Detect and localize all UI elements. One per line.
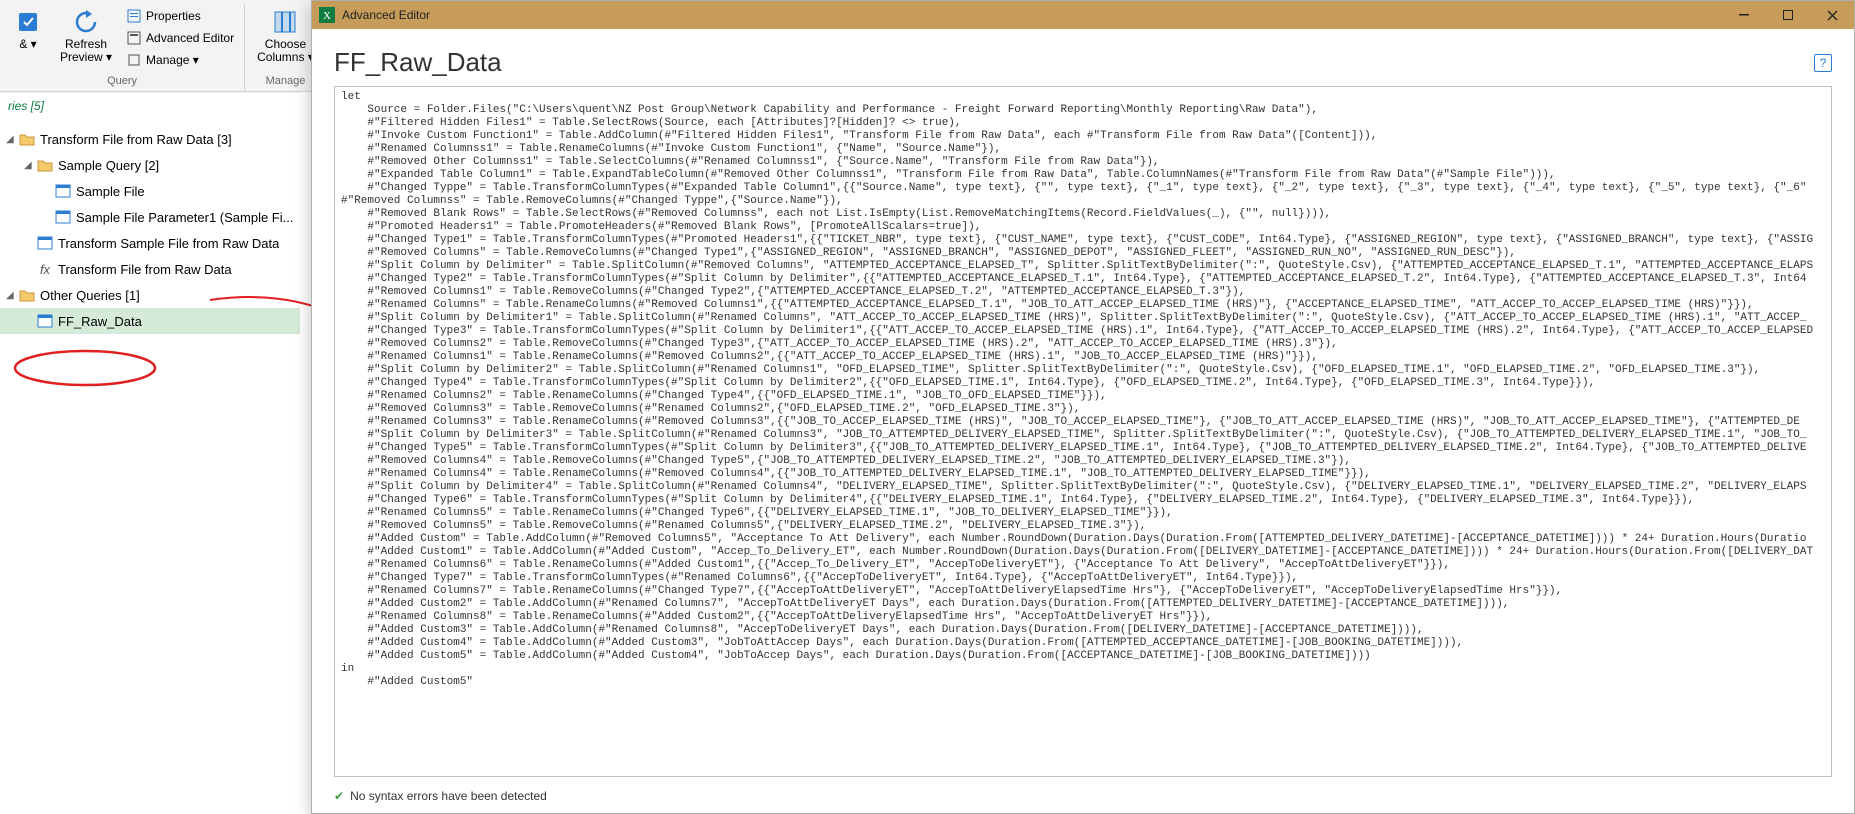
maximize-button[interactable]	[1766, 1, 1810, 29]
properties-icon	[126, 8, 142, 24]
check-icon: ✔	[334, 789, 344, 803]
ribbon-group-query-label: Query	[107, 75, 137, 89]
excel-icon: X	[318, 6, 336, 24]
query-item-label: Sample Query [2]	[58, 158, 159, 173]
properties-label: Properties	[146, 9, 201, 23]
adv-editor-button[interactable]: Advanced Editor	[122, 28, 238, 48]
choose-columns-button[interactable]: Choose Columns ▾	[251, 4, 320, 66]
syntax-status-bar: ✔ No syntax errors have been detected	[312, 785, 1854, 813]
advanced-editor-header: FF_Raw_Data ?	[312, 29, 1854, 86]
adv-editor-label: Advanced Editor	[146, 31, 234, 45]
adv-editor-icon	[126, 30, 142, 46]
query-item[interactable]: fx Transform File from Raw Data	[0, 256, 300, 282]
query-item-label: Transform Sample File from Raw Data	[58, 236, 279, 251]
code-editor[interactable]: let Source = Folder.Files("C:\Users\quen…	[334, 86, 1832, 777]
close-button[interactable]	[1810, 1, 1854, 29]
ribbon-group-manage-label: Manage	[266, 75, 306, 89]
table-icon	[54, 208, 72, 226]
close-icon	[1827, 10, 1838, 21]
queries-pane: ◢ Transform File from Raw Data [3] ◢ Sample…	[0, 124, 300, 814]
close-apply-button[interactable]: & ▾	[6, 4, 50, 53]
syntax-status-text: No syntax errors have been detected	[350, 789, 547, 803]
minimize-button[interactable]	[1722, 1, 1766, 29]
close-apply-icon	[12, 6, 44, 38]
properties-button[interactable]: Properties	[122, 6, 238, 26]
query-item[interactable]: Sample File	[0, 178, 300, 204]
query-item[interactable]: ◢ Other Queries [1]	[0, 282, 300, 308]
ribbon-group-query: & ▾ Refresh Preview ▾ Properties	[0, 4, 245, 91]
query-item-label: Sample File	[76, 184, 145, 199]
refresh-label: Refresh Preview ▾	[60, 38, 112, 64]
choose-columns-label: Choose Columns ▾	[257, 38, 314, 64]
table-icon	[36, 312, 54, 330]
queries-tree: ◢ Transform File from Raw Data [3] ◢ Sample…	[0, 124, 300, 334]
queries-count-label: ries [5]	[8, 99, 44, 113]
query-item-label: FF_Raw_Data	[58, 314, 142, 329]
caret-icon[interactable]: ◢	[6, 290, 18, 301]
query-item[interactable]: ◢ Sample Query [2]	[0, 152, 300, 178]
query-item-label: Transform File from Raw Data	[58, 262, 232, 277]
table-icon	[36, 234, 54, 252]
query-item[interactable]: ◢ Transform File from Raw Data [3]	[0, 126, 300, 152]
refresh-icon	[70, 6, 102, 38]
refresh-preview-button[interactable]: Refresh Preview ▾	[54, 4, 118, 66]
folder-icon	[18, 286, 36, 304]
manage-button[interactable]: Manage ▾	[122, 50, 238, 70]
query-item[interactable]: Sample File Parameter1 (Sample Fi...	[0, 204, 300, 230]
folder-icon	[36, 156, 54, 174]
query-item-label: Transform File from Raw Data [3]	[40, 132, 232, 147]
close-apply-label: & ▾	[19, 38, 36, 51]
query-item-label: Sample File Parameter1 (Sample Fi...	[76, 210, 293, 225]
minimize-icon	[1739, 10, 1749, 20]
manage-icon	[126, 52, 142, 68]
folder-icon	[18, 130, 36, 148]
help-button[interactable]: ?	[1814, 54, 1832, 72]
advanced-editor-title: Advanced Editor	[342, 8, 1722, 22]
fx-icon: fx	[36, 260, 54, 278]
query-item[interactable]: Transform Sample File from Raw Data	[0, 230, 300, 256]
table-icon	[54, 182, 72, 200]
maximize-icon	[1783, 10, 1793, 20]
choose-columns-icon	[269, 6, 301, 38]
query-item-label: Other Queries [1]	[40, 288, 140, 303]
manage-label: Manage ▾	[146, 53, 199, 67]
advanced-editor-window: X Advanced Editor FF_Raw_Data ? let Sour…	[311, 0, 1855, 814]
caret-icon[interactable]: ◢	[24, 160, 36, 171]
svg-text:X: X	[323, 10, 331, 22]
advanced-editor-heading: FF_Raw_Data	[334, 47, 502, 78]
caret-icon[interactable]: ◢	[6, 134, 18, 145]
queries-pane-header: ries [5]	[0, 92, 300, 124]
query-item[interactable]: FF_Raw_Data	[0, 308, 300, 334]
code-content[interactable]: let Source = Folder.Files("C:\Users\quen…	[335, 87, 1832, 693]
advanced-editor-titlebar[interactable]: X Advanced Editor	[312, 1, 1854, 29]
